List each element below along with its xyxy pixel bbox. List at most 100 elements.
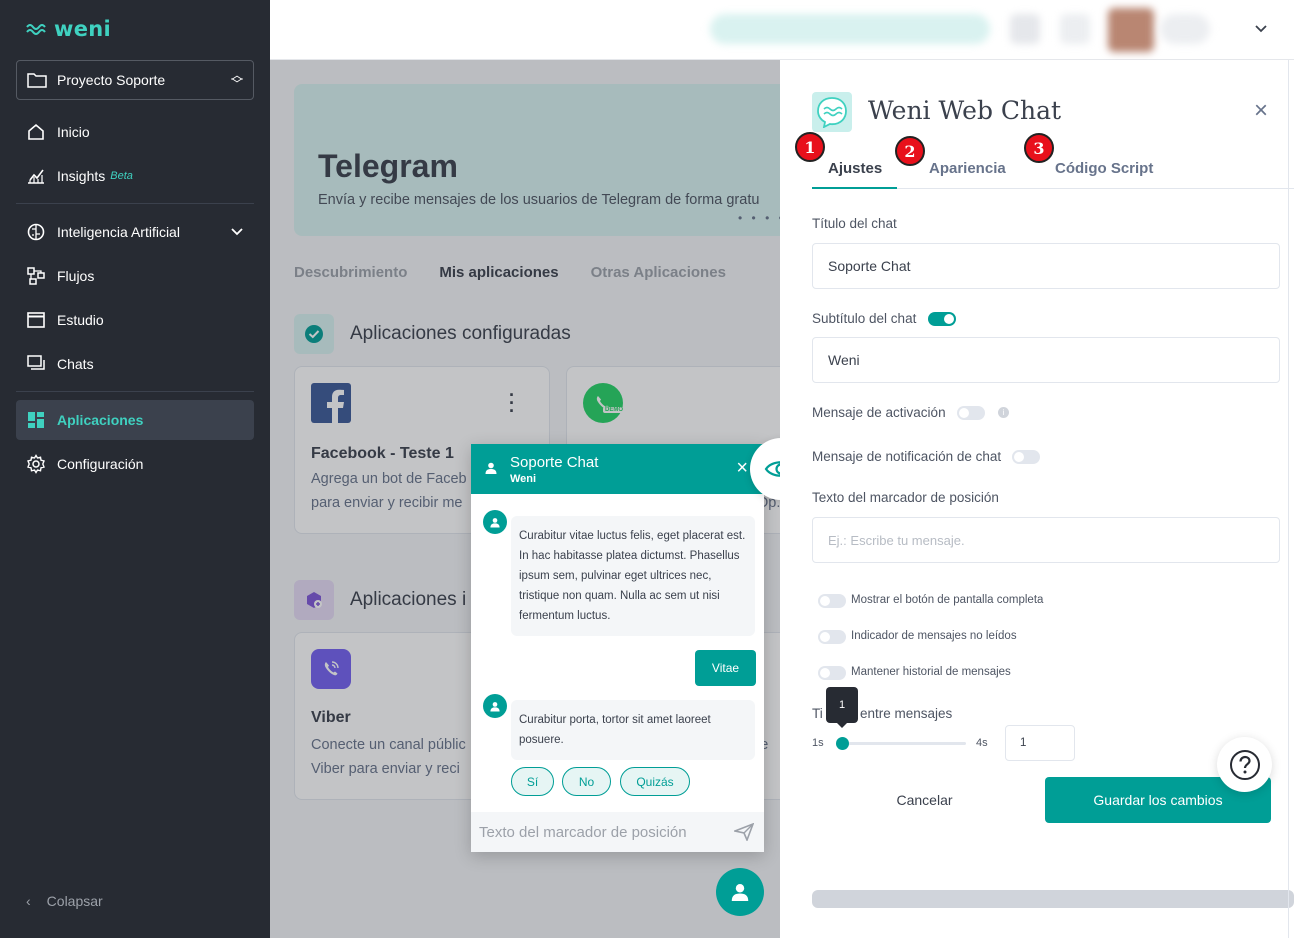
- time-slider-track[interactable]: [840, 742, 966, 745]
- placeholder-text-input[interactable]: Ej.: Escribe tu mensaje.: [812, 517, 1280, 563]
- brain-icon: [27, 223, 45, 241]
- send-icon[interactable]: [734, 823, 754, 841]
- unread-indicator-toggle[interactable]: [818, 630, 846, 644]
- collapse-button[interactable]: ‹ Colapsar: [26, 893, 103, 909]
- sidebar-item-ai[interactable]: Inteligencia Artificial: [16, 212, 254, 252]
- gear-icon: [27, 454, 45, 474]
- keep-history-label: Mantener historial de mensajes: [851, 666, 1011, 678]
- unread-indicator-label: Indicador de mensajes no leídos: [851, 630, 1017, 642]
- annotation-badge-2: 2: [895, 136, 925, 166]
- sidebar-divider: [16, 203, 254, 204]
- slider-tooltip: 1: [826, 687, 858, 728]
- app-card-name: Facebook - Teste 1: [311, 445, 454, 462]
- app-card-desc: Viber para enviar y reci: [311, 761, 460, 777]
- bot-message: Curabitur porta, tortor sit amet laoreet…: [511, 700, 755, 760]
- chats-icon: [27, 355, 45, 370]
- fullscreen-button-toggle[interactable]: [818, 594, 846, 608]
- panel-tabs: Ajustes Apariencia Código Script: [812, 156, 1294, 189]
- sidebar-divider: [16, 391, 254, 392]
- app-card-desc: Agrega un bot de Faceb: [311, 471, 467, 487]
- sidebar-item-label: Inicio: [57, 124, 90, 140]
- blurred-icon: [1060, 14, 1090, 44]
- sidebar-item-flujos[interactable]: Flujos: [16, 256, 254, 296]
- notification-message-toggle[interactable]: [1012, 450, 1040, 464]
- bot-message: Curabitur vitae luctus felis, eget place…: [511, 516, 755, 636]
- keep-history-toggle[interactable]: [818, 666, 846, 680]
- quick-reply-no[interactable]: No: [562, 767, 611, 796]
- sidebar-item-chats[interactable]: Chats: [16, 344, 254, 384]
- bot-avatar-icon: [483, 694, 507, 718]
- sidebar-item-inicio[interactable]: Inicio: [16, 112, 254, 152]
- chat-close-icon[interactable]: ×: [736, 458, 748, 478]
- avatar[interactable]: [1108, 8, 1154, 52]
- whatsapp-icon: DEMO: [583, 383, 625, 423]
- notification-message-label: Mensaje de notificación de chat: [812, 449, 1002, 464]
- time-number-input[interactable]: 1: [1005, 725, 1075, 761]
- user-avatar-icon: [731, 884, 749, 901]
- blurred-username: [1160, 14, 1210, 44]
- chat-subtitle-input[interactable]: Weni: [812, 337, 1280, 383]
- slider-min-label: 1s: [812, 737, 824, 749]
- tab-codigo-script[interactable]: Código Script: [1055, 160, 1153, 189]
- sidebar-item-label: Flujos: [57, 268, 95, 284]
- quick-reply-quizas[interactable]: Quizás: [620, 767, 690, 796]
- chat-launcher-button[interactable]: [716, 868, 764, 916]
- chat-input[interactable]: Texto del marcador de posición: [471, 812, 764, 852]
- tab-ajustes[interactable]: Ajustes: [812, 160, 897, 189]
- sidebar-item-configuracion[interactable]: Configuración: [16, 444, 254, 484]
- chat-subtitle-toggle[interactable]: [928, 312, 956, 326]
- time-between-messages-label-start: Ti: [812, 706, 823, 721]
- cancel-button[interactable]: Cancelar: [812, 777, 1037, 823]
- chat-subtitle: Weni: [510, 473, 537, 485]
- banner-title: Telegram: [318, 148, 458, 184]
- sidebar-item-aplicaciones[interactable]: Aplicaciones: [16, 400, 254, 440]
- weni-chat-icon: [812, 92, 852, 132]
- app-card-desc: Conecte un canal públic: [311, 737, 466, 753]
- section-title-text: Aplicaciones configuradas: [350, 323, 571, 344]
- telegram-banner[interactable]: Telegram Envía y recibe mensajes de los …: [294, 84, 780, 236]
- time-slider-thumb[interactable]: [836, 737, 849, 750]
- help-button[interactable]: [1217, 737, 1272, 792]
- activation-message-toggle[interactable]: [957, 406, 985, 420]
- chat-title-input[interactable]: Soporte Chat: [812, 243, 1280, 289]
- quick-reply-si[interactable]: Sí: [511, 767, 554, 796]
- sidebar-item-label: Chats: [57, 356, 94, 372]
- collapse-label: Colapsar: [46, 893, 103, 909]
- sidebar-item-insights[interactable]: Insights Beta: [16, 156, 254, 196]
- project-name: Proyecto Soporte: [57, 72, 166, 88]
- sidebar-item-label: Insights: [57, 168, 106, 184]
- chevron-left-icon: ‹: [26, 893, 31, 909]
- project-selector[interactable]: Proyecto Soporte ︿ ﹀: [16, 60, 254, 100]
- activation-message-label: Mensaje de activación: [812, 405, 946, 420]
- chat-header: Soporte Chat Weni ×: [471, 444, 764, 494]
- weni-logo-icon: [26, 24, 46, 35]
- chat-input-placeholder: Texto del marcador de posición: [479, 823, 687, 841]
- time-between-messages-label-end: entre mensajes: [860, 706, 953, 721]
- installed-section-title: Aplicaciones i: [294, 580, 466, 620]
- tab-descubrimiento[interactable]: Descubrimiento: [294, 264, 407, 281]
- tab-mis-aplicaciones[interactable]: Mis aplicaciones: [439, 264, 558, 281]
- bot-avatar-icon: [483, 510, 507, 534]
- weni-logo[interactable]: weni: [26, 17, 111, 41]
- tab-otras-aplicaciones[interactable]: Otras Aplicaciones: [591, 264, 726, 281]
- sidebar-item-estudio[interactable]: Estudio: [16, 300, 254, 340]
- chevron-down-icon: [231, 228, 243, 236]
- tab-apariencia[interactable]: Apariencia: [929, 160, 1006, 189]
- sidebar-item-label: Aplicaciones: [57, 412, 144, 428]
- carousel-dots[interactable]: • • • •: [738, 211, 780, 225]
- kebab-menu-icon[interactable]: · · ·: [509, 386, 515, 420]
- chat-messages: Curabitur vitae luctus felis, eget place…: [471, 494, 764, 812]
- apps-icon: [28, 412, 44, 428]
- horizontal-scrollbar[interactable]: [812, 890, 1294, 908]
- check-circle-icon: [294, 314, 334, 354]
- chevron-down-icon[interactable]: [1254, 22, 1268, 36]
- facebook-icon: [311, 383, 351, 423]
- logo-text: weni: [54, 17, 111, 41]
- close-icon[interactable]: ×: [1254, 99, 1268, 123]
- annotation-badge-1: 1: [795, 132, 825, 162]
- flow-icon: [27, 267, 45, 285]
- sidebar-item-label: Configuración: [57, 456, 144, 472]
- viber-icon: [311, 649, 351, 689]
- info-icon[interactable]: i: [998, 407, 1009, 418]
- configured-section-title: Aplicaciones configuradas: [294, 314, 571, 354]
